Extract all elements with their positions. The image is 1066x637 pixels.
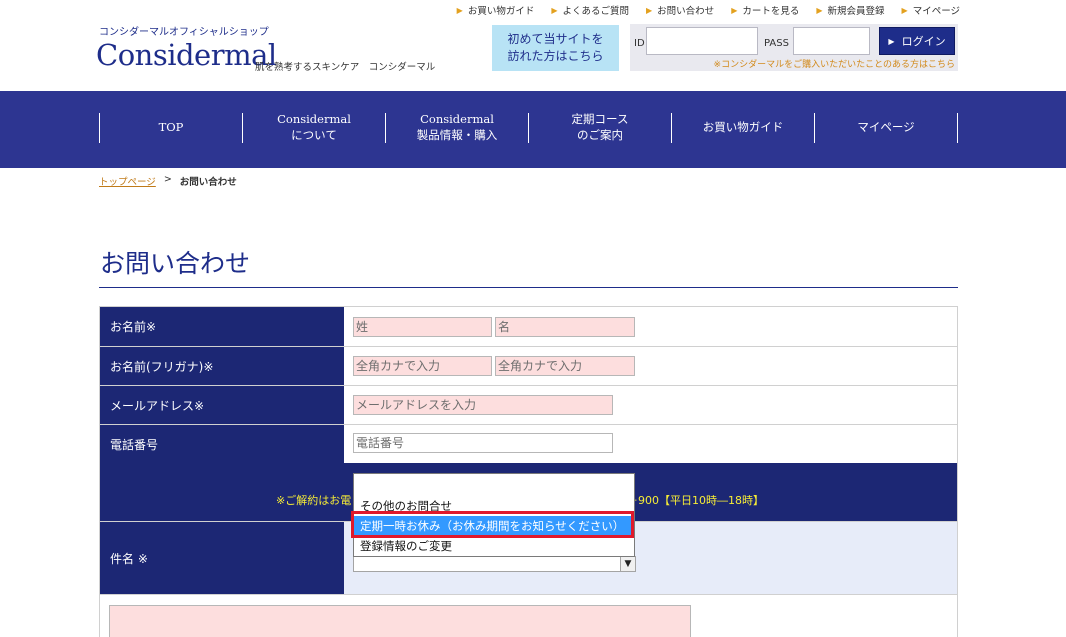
name-row: お名前※ xyxy=(99,306,958,346)
utility-links: ▶ お買い物ガイド ▶ よくあるご質問 ▶ お問い合わせ ▶ カートを見る ▶ 新規会員登… xyxy=(440,3,960,18)
email-cell xyxy=(344,386,957,424)
email-row: メールアドレス※ xyxy=(99,385,958,424)
breadcrumb-home[interactable]: トップページ xyxy=(99,174,156,188)
link-label: マイページ xyxy=(912,6,960,17)
subject-select[interactable]: ▼ xyxy=(353,556,636,572)
login-button-label: ログイン xyxy=(901,35,946,48)
subject-dropdown-list: その他のお問合せ 定期一時お休み（お休み期間をお知らせください） 登録情報のご変… xyxy=(353,473,635,557)
pass-label: PASS xyxy=(764,38,789,49)
link-label: お買い物ガイド xyxy=(467,6,535,17)
nav-item-products[interactable]: Considermal 製品情報・購入 xyxy=(385,112,528,143)
triangle-right-icon: ▶ xyxy=(551,5,558,15)
link-label: よくあるご質問 xyxy=(562,6,630,17)
brand-logo[interactable]: Considermal xyxy=(96,38,277,72)
nav-item-guide[interactable]: お買い物ガイド xyxy=(671,113,814,143)
first-name-input[interactable] xyxy=(495,317,635,337)
first-name-kana-input[interactable] xyxy=(495,356,635,376)
link-mypage[interactable]: ▶ マイページ xyxy=(901,3,960,18)
breadcrumb-separator: > xyxy=(163,174,172,185)
breadcrumb-current: お問い合わせ xyxy=(179,177,237,188)
main-nav: TOP Considermal について Considermal 製品情報・購入… xyxy=(0,91,1066,168)
triangle-right-icon: ▶ xyxy=(816,5,823,15)
cancellation-notice-hours: 9－900【平日10時―18時】 xyxy=(620,494,764,507)
triangle-right-icon: ▶ xyxy=(456,5,463,15)
phone-row: 電話番号 xyxy=(99,424,958,463)
title-divider xyxy=(99,287,958,288)
email-input[interactable] xyxy=(353,395,613,415)
id-label: ID xyxy=(634,38,645,49)
message-textarea[interactable] xyxy=(109,605,691,637)
name-label: お名前※ xyxy=(100,307,344,346)
nav-divider xyxy=(957,113,958,143)
kana-cell xyxy=(344,347,957,385)
nav-item-about[interactable]: Considermal について xyxy=(242,112,385,143)
last-name-input[interactable] xyxy=(353,317,492,337)
link-label: カートを見る xyxy=(742,6,800,17)
link-cart[interactable]: ▶ カートを見る xyxy=(731,3,800,18)
login-box: ID PASS ▶ ログイン ※コンシダーマルをご購入いただいたことのある方はこ… xyxy=(630,24,958,71)
link-faq[interactable]: ▶ よくあるご質問 xyxy=(551,3,630,18)
brand-subtitle: 肌を熟考するスキンケア コンシダーマル xyxy=(255,62,436,73)
link-label: 新規会員登録 xyxy=(827,6,885,17)
page: ▶ お買い物ガイド ▶ よくあるご質問 ▶ お問い合わせ ▶ カートを見る ▶ 新規会員登… xyxy=(0,0,1066,637)
subject-option-other[interactable]: その他のお問合せ xyxy=(354,496,634,515)
triangle-right-icon: ▶ xyxy=(901,5,908,15)
link-shopping-guide[interactable]: ▶ お買い物ガイド xyxy=(456,3,535,18)
subject-option-pause[interactable]: 定期一時お休み（お休み期間をお知らせください） xyxy=(354,516,634,535)
subject-label: 件名 ※ xyxy=(100,522,344,594)
email-label: メールアドレス※ xyxy=(100,386,344,424)
breadcrumb: トップページ > お問い合わせ xyxy=(99,174,237,188)
contact-form: お名前※ お名前(フリガナ)※ メールアドレス※ 電話番号 xyxy=(99,306,958,637)
brand-tagline: コンシダーマルオフィシャルショップ xyxy=(99,27,269,38)
link-register[interactable]: ▶ 新規会員登録 xyxy=(816,3,885,18)
first-visit-button[interactable]: 初めて当サイトを 訪れた方はこちら xyxy=(492,25,619,71)
link-contact[interactable]: ▶ お問い合わせ xyxy=(646,3,715,18)
phone-cell xyxy=(344,425,957,463)
name-cell xyxy=(344,307,957,346)
nav-item-subscription[interactable]: 定期コース のご案内 xyxy=(528,112,671,143)
phone-input[interactable] xyxy=(353,433,613,453)
login-note[interactable]: ※コンシダーマルをご購入いただいたことのある方はこちら xyxy=(714,57,955,70)
page-title: お問い合わせ xyxy=(100,249,251,278)
first-visit-line1: 初めて当サイトを xyxy=(507,32,604,47)
cancellation-notice: ※ご解約はお電 xyxy=(276,494,352,507)
kana-label: お名前(フリガナ)※ xyxy=(100,347,344,385)
pass-input[interactable] xyxy=(793,27,870,55)
phone-label: 電話番号 xyxy=(100,425,344,463)
triangle-right-icon: ▶ xyxy=(646,5,653,15)
triangle-right-icon: ▶ xyxy=(888,36,895,46)
nav-item-top[interactable]: TOP xyxy=(99,113,242,143)
first-visit-line2: 訪れた方はこちら xyxy=(507,49,604,63)
chevron-down-icon[interactable]: ▼ xyxy=(620,557,635,571)
nav-item-mypage[interactable]: マイページ xyxy=(814,113,957,143)
last-name-kana-input[interactable] xyxy=(353,356,492,376)
kana-row: お名前(フリガナ)※ xyxy=(99,346,958,385)
id-input[interactable] xyxy=(646,27,758,55)
login-button[interactable]: ▶ ログイン xyxy=(879,27,955,55)
link-label: お問い合わせ xyxy=(657,6,715,17)
triangle-right-icon: ▶ xyxy=(731,5,738,15)
subject-option-change-info[interactable]: 登録情報のご変更 xyxy=(354,536,634,555)
